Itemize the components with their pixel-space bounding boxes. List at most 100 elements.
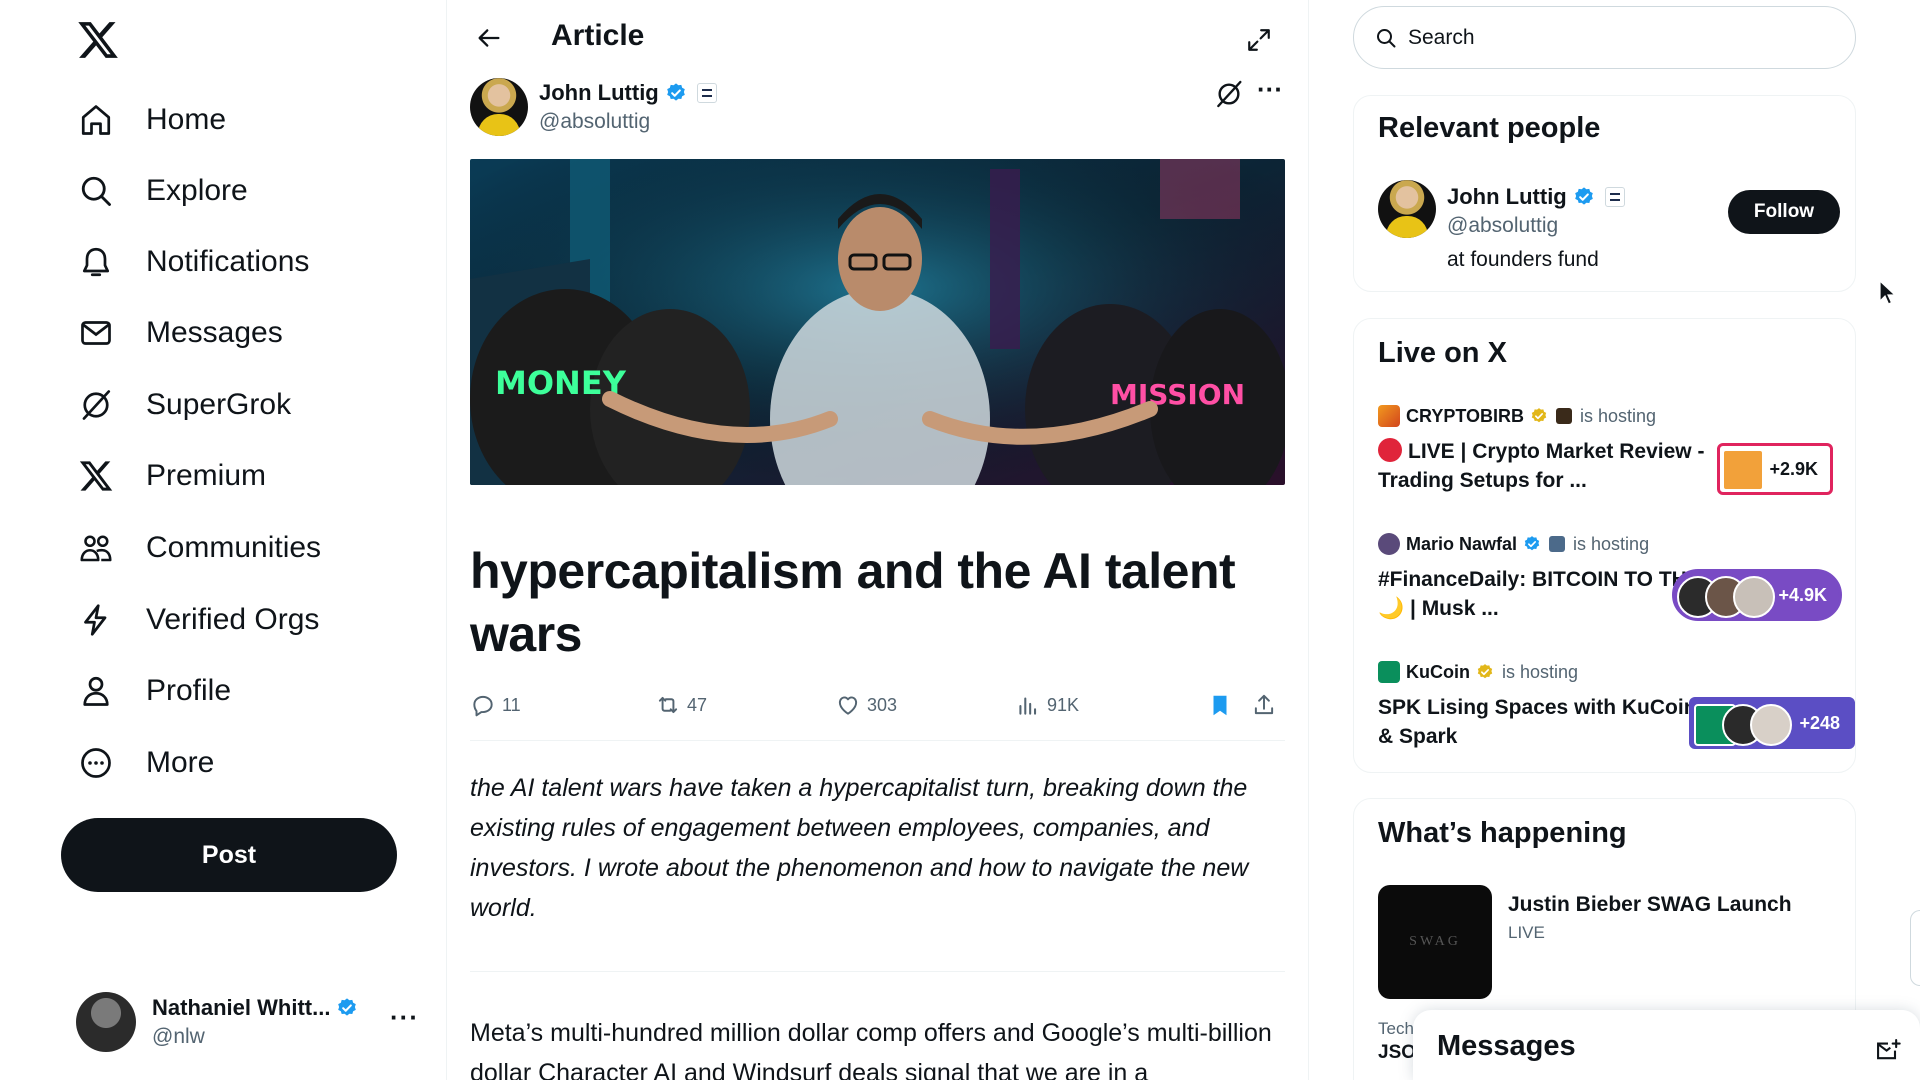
- x-icon: [76, 456, 116, 496]
- search-icon: [76, 171, 116, 211]
- nav-more[interactable]: More: [76, 735, 214, 791]
- more-circle-icon: [76, 743, 116, 783]
- live-host-name: CRYPTOBIRB: [1406, 405, 1525, 426]
- verified-badge-icon: [1524, 536, 1540, 551]
- views-count: 91K: [1047, 694, 1080, 715]
- nav-communities[interactable]: Communities: [76, 520, 321, 576]
- live-on-x-title: Live on X: [1378, 337, 1507, 369]
- more-options-icon[interactable]: ···: [1257, 74, 1283, 105]
- repost-button[interactable]: 47: [655, 692, 707, 718]
- nav-explore[interactable]: Explore: [76, 163, 248, 219]
- article-hero-image[interactable]: MONEY MISSION: [470, 159, 1285, 485]
- article-title: hypercapitalism and the AI talent wars: [470, 543, 1236, 662]
- bookmark-button[interactable]: [1207, 692, 1239, 718]
- relevant-people-card: Relevant people John Luttig @absoluttig …: [1353, 95, 1856, 292]
- live-space-title: #FinanceDaily: BITCOIN TO THE 🌙 | Musk .…: [1378, 568, 1701, 620]
- listener-pill[interactable]: +2.9K: [1717, 443, 1833, 495]
- follow-button[interactable]: Follow: [1728, 190, 1840, 234]
- hosting-label: is hosting: [1580, 405, 1657, 426]
- compose-message-icon[interactable]: [1874, 1036, 1902, 1064]
- author-avatar[interactable]: [470, 78, 528, 136]
- search-input[interactable]: [1408, 25, 1828, 50]
- search-bar[interactable]: [1353, 6, 1856, 69]
- heart-icon: [838, 696, 858, 715]
- engagement-bar: 11 47 303 91K: [470, 692, 1285, 728]
- share-button[interactable]: [1251, 692, 1283, 718]
- affiliate-icon: [1556, 408, 1573, 424]
- people-icon: [76, 528, 116, 568]
- verified-badge-icon: [666, 83, 685, 101]
- nav-label-supergrok: SuperGrok: [146, 388, 292, 421]
- nav-label-more: More: [146, 746, 215, 779]
- expand-icon[interactable]: [1239, 20, 1279, 60]
- nav-notifications[interactable]: Notifications: [76, 234, 309, 290]
- page-title: Article: [551, 19, 645, 52]
- author-handle[interactable]: @absoluttig: [539, 110, 650, 134]
- live-space-title: SPK Lising Spaces with KuCoin & Spark: [1378, 696, 1697, 748]
- host-avatar: [1378, 405, 1400, 427]
- relevant-person-name[interactable]: John Luttig: [1447, 184, 1567, 210]
- trend-title[interactable]: Justin Bieber SWAG Launch: [1508, 893, 1792, 917]
- repost-count: 47: [687, 694, 708, 715]
- live-space-item[interactable]: KuCoin is hosting SPK Lising Spaces with…: [1378, 661, 1855, 751]
- live-space-item[interactable]: Mario Nawfal is hosting #FinanceDaily: B…: [1378, 533, 1842, 623]
- article-summary: the AI talent wars have taken a hypercap…: [470, 774, 1249, 922]
- nav-label-notifications: Notifications: [146, 245, 310, 278]
- verified-badge-icon: [338, 998, 357, 1016]
- messages-drawer-title: Messages: [1437, 1030, 1576, 1062]
- relevant-person-avatar[interactable]: [1378, 180, 1436, 238]
- grok-icon[interactable]: [1213, 78, 1245, 110]
- side-panel-tab[interactable]: [1910, 910, 1920, 986]
- author-name[interactable]: John Luttig: [539, 80, 659, 106]
- account-name: Nathaniel Whitt...: [152, 995, 331, 1020]
- nav-label-premium: Premium: [146, 459, 267, 492]
- post-button[interactable]: Post: [61, 818, 397, 892]
- trend-next-title[interactable]: JSO: [1378, 1042, 1416, 1064]
- nav-label-verified-orgs: Verified Orgs: [146, 603, 320, 636]
- live-space-title: LIVE | Crypto Market Review - Trading Se…: [1378, 440, 1705, 492]
- back-arrow-icon[interactable]: [469, 18, 509, 58]
- nav-home[interactable]: Home: [76, 92, 226, 148]
- messages-drawer[interactable]: Messages: [1413, 1010, 1920, 1080]
- gold-verified-icon: [1531, 408, 1547, 423]
- mouse-cursor-icon: [1879, 280, 1895, 305]
- account-more-icon[interactable]: ···: [390, 1002, 419, 1033]
- home-icon: [76, 100, 116, 140]
- live-space-item[interactable]: CRYPTOBIRB is hosting LIVE | Crypto Mark…: [1378, 405, 1838, 495]
- envelope-icon: [76, 313, 116, 353]
- account-handle: @nlw: [152, 1025, 205, 1048]
- reply-button[interactable]: 11: [470, 692, 521, 718]
- relevant-person-bio: at founders fund: [1447, 248, 1599, 271]
- listener-count: +2.9K: [1769, 458, 1818, 479]
- affiliation-badge-icon: [1604, 187, 1625, 207]
- views-button[interactable]: 91K: [1015, 692, 1079, 718]
- summary-divider: [470, 971, 1285, 972]
- nav-verified-orgs[interactable]: Verified Orgs: [76, 592, 319, 648]
- x-logo-icon[interactable]: [76, 18, 120, 62]
- bell-icon: [76, 242, 116, 282]
- verified-badge-icon: [1574, 187, 1593, 205]
- lightning-icon: [76, 600, 116, 640]
- listener-pill[interactable]: +248: [1689, 697, 1855, 749]
- host-avatar: [1378, 661, 1400, 683]
- affiliate-icon: [1549, 536, 1566, 552]
- article-body: Meta’s multi-hundred million dollar comp…: [470, 1019, 1272, 1080]
- nav-profile[interactable]: Profile: [76, 663, 231, 719]
- listener-count: +248: [1799, 712, 1840, 733]
- like-button[interactable]: 303: [835, 692, 897, 718]
- reply-icon: [473, 695, 493, 717]
- nav-supergrok[interactable]: SuperGrok: [76, 377, 291, 433]
- nav-premium[interactable]: Premium: [76, 448, 266, 504]
- trend-thumbnail[interactable]: SWAG: [1378, 885, 1492, 999]
- analytics-icon: [1019, 697, 1037, 715]
- nav-messages[interactable]: Messages: [76, 305, 283, 361]
- host-avatar: [1378, 533, 1400, 555]
- gold-verified-icon: [1477, 664, 1493, 679]
- nav-label-communities: Communities: [146, 531, 322, 564]
- live-host-name: KuCoin: [1406, 661, 1470, 682]
- whats-happening-title: What’s happening: [1378, 817, 1627, 849]
- live-dot-icon: [1378, 438, 1402, 462]
- relevant-person-handle[interactable]: @absoluttig: [1447, 214, 1558, 238]
- listener-pill[interactable]: +4.9K: [1672, 569, 1842, 621]
- account-switcher[interactable]: Nathaniel Whitt... @nlw ···: [76, 990, 419, 1054]
